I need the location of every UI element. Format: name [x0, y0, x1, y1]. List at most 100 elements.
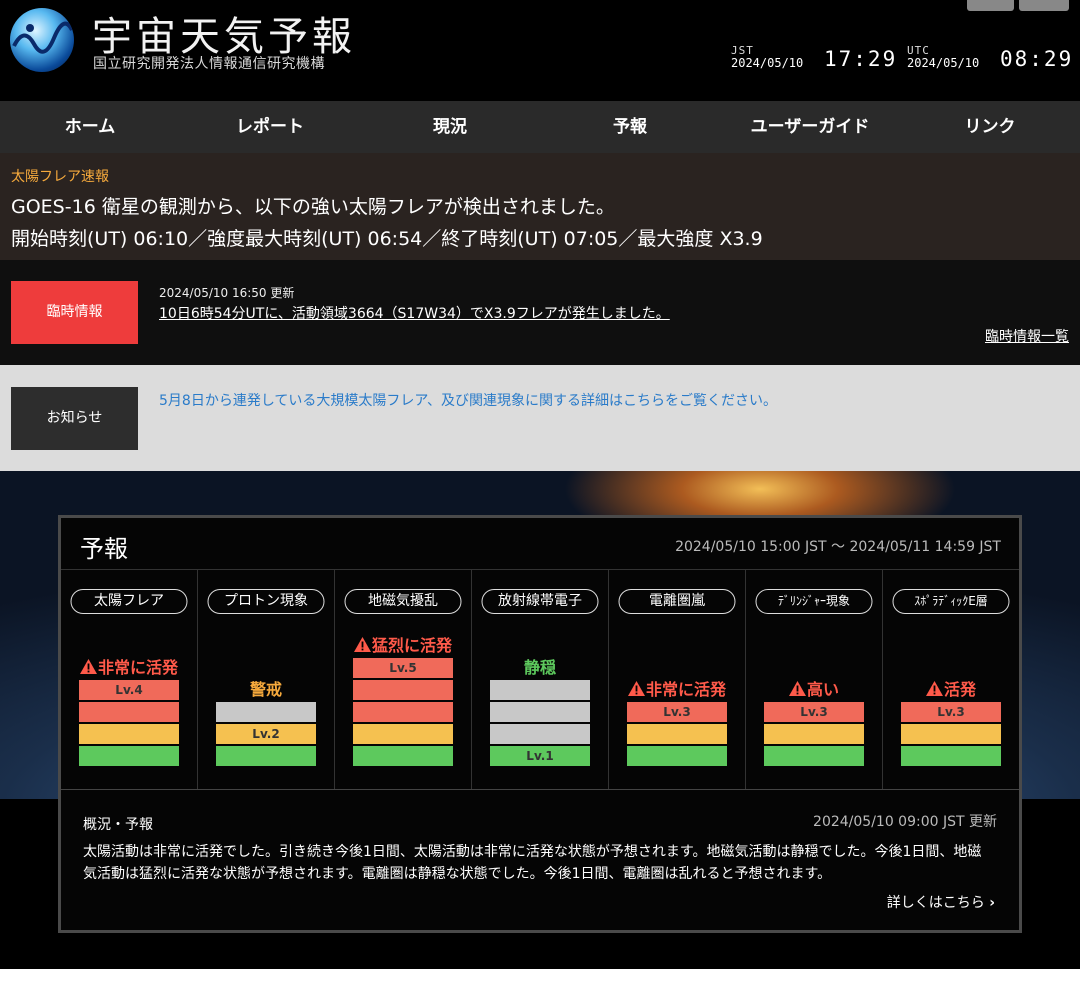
notice-link[interactable]: 5月8日から連発している大規模太陽フレア、及び関連現象に関する詳細はこちらをご覧…	[159, 390, 777, 410]
level-bar-stack: Lv.3	[627, 702, 727, 768]
utc-time: 08:29	[1000, 47, 1074, 71]
forecast-status-label: 警戒	[249, 680, 282, 699]
forecast-item[interactable]: 放射線帯電子 Lv.1 静穏	[472, 570, 609, 789]
forecast-item[interactable]: ｽﾎﾟﾗﾃﾞｨｯｸE層 Lv.3 活発	[883, 570, 1019, 789]
level-bar	[79, 746, 179, 766]
level-bar	[216, 746, 316, 766]
forecast-item[interactable]: ﾃﾞﾘﾝｼﾞｬｰ現象 Lv.3 高い	[746, 570, 883, 789]
level-bar-stack: Lv.5	[353, 658, 453, 768]
flare-alert-tag: 太陽フレア速報	[11, 169, 109, 185]
level-bar-stack: Lv.2	[216, 702, 316, 768]
language-button-en[interactable]	[1019, 0, 1069, 11]
warning-icon	[79, 658, 97, 677]
forecast-item-name: 太陽フレア	[70, 589, 188, 614]
nav-current[interactable]: 現況	[360, 101, 540, 153]
level-bar: Lv.3	[901, 702, 1001, 722]
level-bar: Lv.2	[216, 724, 316, 744]
forecast-status: 非常に活発	[61, 654, 197, 678]
level-bar: Lv.5	[353, 658, 453, 678]
language-button-ja[interactable]	[967, 0, 1014, 11]
forecast-status: 非常に活発	[609, 676, 745, 700]
notice-button[interactable]: お知らせ	[11, 387, 138, 450]
summary-more-link[interactable]: 詳しくはこちら ›	[887, 892, 995, 912]
level-bar: Lv.1	[490, 746, 590, 766]
level-bar	[764, 746, 864, 766]
level-bar	[216, 702, 316, 722]
flare-alert-line-2: 開始時刻(UT) 06:10／強度最大時刻(UT) 06:54／終了時刻(UT)…	[11, 228, 763, 250]
temporary-info-list-link[interactable]: 臨時情報一覧	[985, 326, 1069, 346]
forecast-status-label: 非常に活発	[645, 680, 726, 699]
warning-icon	[788, 680, 806, 699]
notice: お知らせ 5月8日から連発している大規模太陽フレア、及び関連現象に関する詳細はこ…	[0, 365, 1080, 471]
nav-links[interactable]: リンク	[900, 101, 1080, 153]
forecast-item[interactable]: プロトン現象 Lv.2 警戒	[198, 570, 335, 789]
level-bar: Lv.3	[627, 702, 727, 722]
forecast-item[interactable]: 太陽フレア Lv.4 非常に活発	[61, 570, 198, 789]
temporary-info: 臨時情報 2024/05/10 16:50 更新 10日6時54分UTに、活動領…	[0, 260, 1080, 365]
temporary-info-link[interactable]: 10日6時54分UTに、活動領域3664（S17W34）でX3.9フレアが発生し…	[159, 303, 670, 323]
forecast-columns: 太陽フレア Lv.4 非常に活発 プロトン現象 Lv.2 警戒 地磁気擾乱 Lv.5 猛烈に活発…	[61, 570, 1019, 790]
forecast-summary: 概況・予報 2024/05/10 09:00 JST 更新 太陽活動は非常に活発…	[61, 790, 1019, 930]
level-bar	[79, 724, 179, 744]
summary-title: 概況・予報	[83, 817, 153, 833]
forecast-item-name: ｽﾎﾟﾗﾃﾞｨｯｸE層	[892, 589, 1010, 614]
level-bar-stack: Lv.1	[490, 680, 590, 768]
level-bar: Lv.3	[764, 702, 864, 722]
forecast-item[interactable]: 地磁気擾乱 Lv.5 猛烈に活発	[335, 570, 472, 789]
site-header: 宇宙天気予報 国立研究開発法人情報通信研究機構 JST 2024/05/10 1…	[0, 0, 1080, 101]
level-bar	[490, 702, 590, 722]
level-bar	[79, 702, 179, 722]
level-bar-stack: Lv.3	[901, 702, 1001, 768]
main-nav: ホーム レポート 現況 予報 ユーザーガイド リンク	[0, 101, 1080, 153]
utc-date: 2024/05/10	[907, 56, 980, 70]
summary-more-label: 詳しくはこちら	[886, 895, 985, 911]
level-bar-stack: Lv.4	[79, 680, 179, 768]
forecast-status-label: 活発	[943, 680, 976, 699]
flare-alert: 太陽フレア速報 GOES-16 衛星の観測から、以下の強い太陽フレアが検出されま…	[0, 153, 1080, 260]
forecast-status-label: 高い	[806, 680, 839, 699]
nav-forecast[interactable]: 予報	[540, 101, 720, 153]
level-bar	[353, 680, 453, 700]
forecast-header: 予報 2024/05/10 15:00 JST 〜 2024/05/11 14:…	[61, 518, 1019, 570]
chevron-right-icon: ›	[989, 895, 995, 911]
forecast-status: 静穏	[472, 654, 608, 678]
level-bar	[490, 724, 590, 744]
temporary-info-date: 2024/05/10 16:50 更新	[159, 286, 295, 300]
flare-alert-line-1: GOES-16 衛星の観測から、以下の強い太陽フレアが検出されました。	[11, 196, 615, 218]
forecast-item-name: 放射線帯電子	[481, 589, 599, 614]
forecast-status: 猛烈に活発	[335, 632, 471, 656]
jst-time: 17:29	[824, 47, 898, 71]
site-logo[interactable]	[10, 8, 74, 72]
level-bar	[353, 724, 453, 744]
nav-user-guide[interactable]: ユーザーガイド	[720, 101, 900, 153]
warning-icon	[353, 636, 371, 655]
forecast-range: 2024/05/10 15:00 JST 〜 2024/05/11 14:59 …	[675, 539, 1001, 555]
site-subtitle: 国立研究開発法人情報通信研究機構	[93, 56, 325, 72]
nav-report[interactable]: レポート	[180, 101, 360, 153]
level-bar-stack: Lv.3	[764, 702, 864, 768]
level-bar	[490, 680, 590, 700]
level-bar: Lv.4	[79, 680, 179, 700]
warning-icon	[925, 680, 943, 699]
forecast-status-label: 静穏	[523, 658, 556, 677]
summary-updated: 2024/05/10 09:00 JST 更新	[813, 814, 997, 830]
forecast-title: 予報	[80, 535, 128, 563]
forecast-item-name: 地磁気擾乱	[344, 589, 462, 614]
level-bar	[353, 746, 453, 766]
level-bar	[764, 724, 864, 744]
forecast-status-label: 非常に活発	[97, 658, 178, 677]
forecast-item[interactable]: 電離圏嵐 Lv.3 非常に活発	[609, 570, 746, 789]
nav-home[interactable]: ホーム	[0, 101, 180, 153]
forecast-item-name: プロトン現象	[207, 589, 325, 614]
jst-date: 2024/05/10	[731, 56, 804, 70]
level-bar	[627, 724, 727, 744]
forecast-status: 活発	[883, 676, 1019, 700]
temporary-info-button[interactable]: 臨時情報	[11, 281, 138, 344]
level-bar	[627, 746, 727, 766]
forecast-status: 警戒	[198, 676, 334, 700]
warning-icon	[627, 680, 645, 699]
level-bar	[901, 724, 1001, 744]
level-bar	[901, 746, 1001, 766]
forecast-item-name: ﾃﾞﾘﾝｼﾞｬｰ現象	[755, 589, 873, 614]
forecast-panel: 予報 2024/05/10 15:00 JST 〜 2024/05/11 14:…	[58, 515, 1022, 933]
